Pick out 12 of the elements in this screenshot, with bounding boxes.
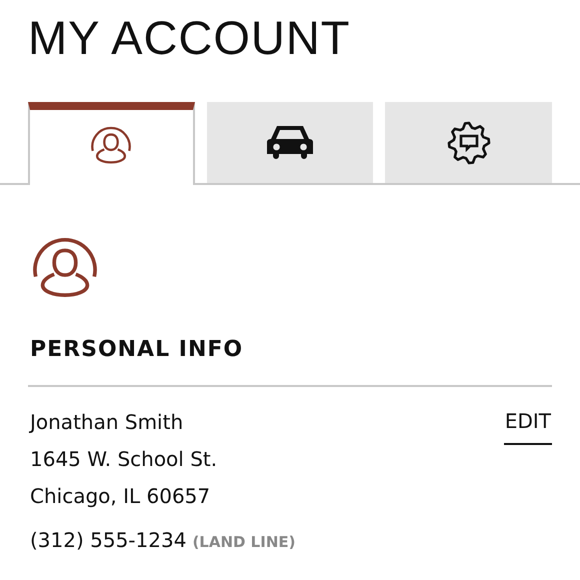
- phone-number: (312) 555-1234: [30, 527, 186, 553]
- settings-icon: [444, 118, 493, 166]
- phone-type: (LAND LINE): [192, 533, 296, 551]
- edit-link[interactable]: EDIT: [504, 409, 552, 445]
- section-heading: PERSONAL INFO: [30, 336, 244, 364]
- full-name: Jonathan Smith: [30, 409, 184, 435]
- page-title: MY ACCOUNT: [28, 10, 350, 66]
- tab[interactable]: [206, 102, 374, 183]
- address-line: 1645 W. School St.: [30, 446, 218, 472]
- address-line: Chicago, IL 60657: [30, 483, 210, 509]
- tab[interactable]: [28, 102, 195, 185]
- tab[interactable]: [385, 102, 552, 183]
